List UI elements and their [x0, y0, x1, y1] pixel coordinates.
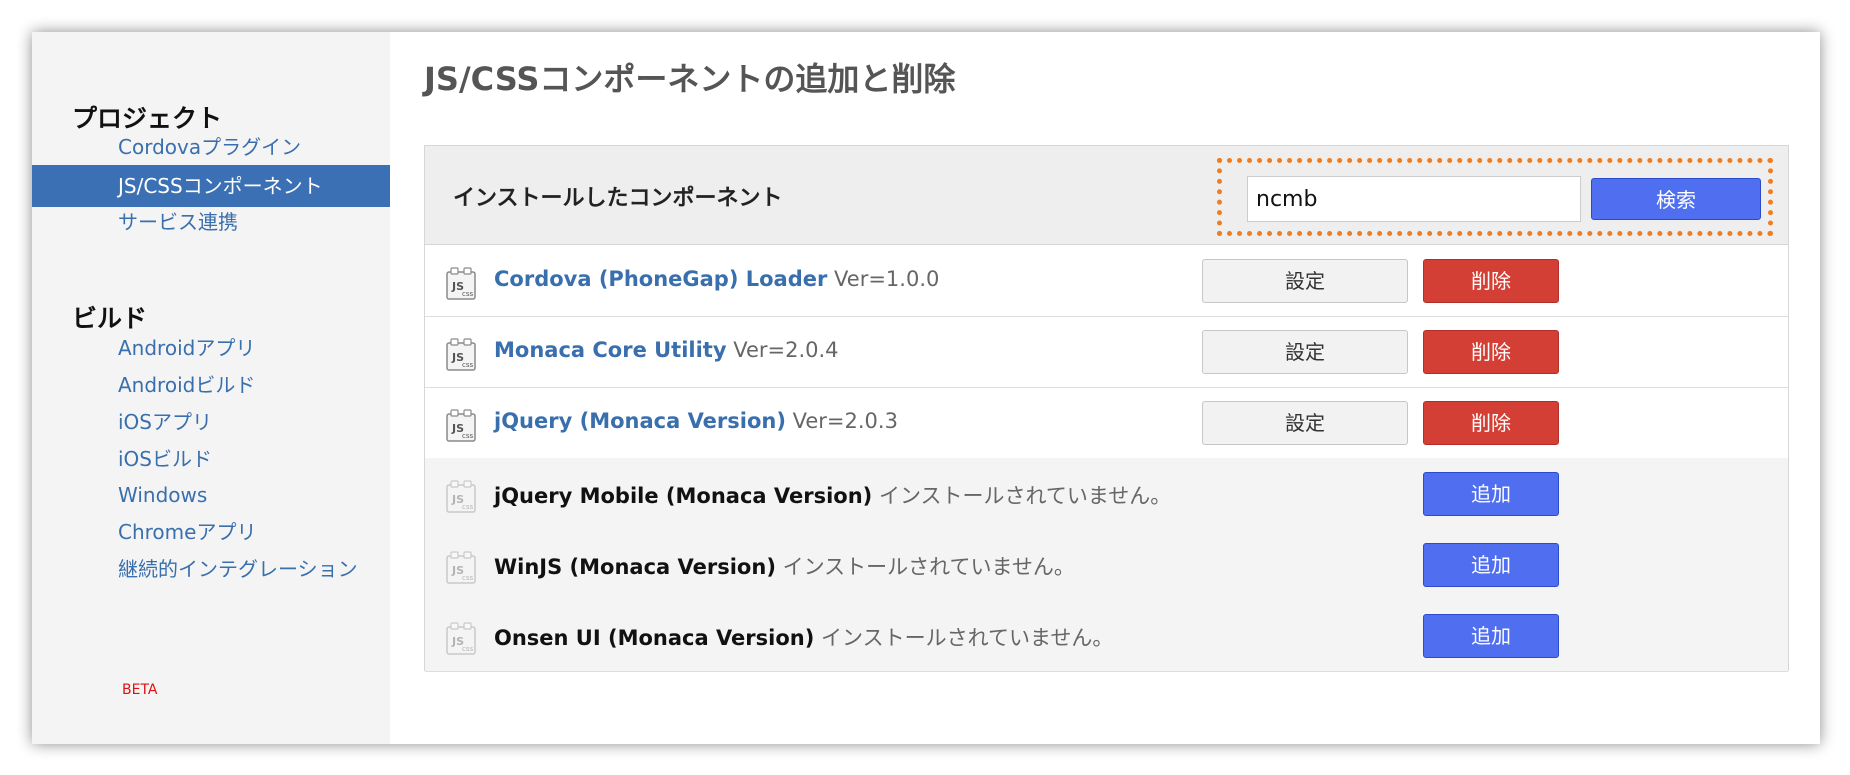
delete-button[interactable]: 削除 [1423, 259, 1559, 303]
js-css-file-icon: JS css [445, 338, 477, 372]
component-name[interactable]: Monaca Core Utility [494, 338, 727, 362]
component-label: Monaca Core Utility Ver=2.0.4 [494, 338, 839, 362]
js-css-file-icon: JS css [445, 551, 477, 585]
component-status: Ver=2.0.3 [785, 409, 898, 433]
table-row: JS css Monaca Core Utility Ver=2.0.4 設定 削除 [425, 316, 1788, 388]
delete-button[interactable]: 削除 [1423, 401, 1559, 445]
sidebar-item-ios-app[interactable]: iOSアプリ [32, 401, 390, 443]
component-name: jQuery Mobile (Monaca Version) [494, 484, 873, 508]
component-status: インストールされていません。 [814, 626, 1114, 650]
sidebar-item-android-build[interactable]: Androidビルド [32, 364, 390, 406]
add-button[interactable]: 追加 [1423, 543, 1559, 587]
component-name: Onsen UI (Monaca Version) [494, 626, 815, 650]
settings-button[interactable]: 設定 [1202, 401, 1408, 445]
table-row: JS css WinJS (Monaca Version) インストールされていませ… [425, 529, 1788, 601]
table-row: JS css Onsen UI (Monaca Version) インストールされて… [425, 600, 1788, 672]
svg-text:css: css [462, 645, 473, 653]
js-css-file-icon: JS css [445, 267, 477, 301]
component-name[interactable]: Cordova (PhoneGap) Loader [494, 267, 827, 291]
component-label: jQuery Mobile (Monaca Version) インストールされて… [494, 480, 1171, 510]
js-css-file-icon: JS css [445, 409, 477, 443]
svg-text:css: css [462, 361, 473, 369]
component-status: インストールされていません。 [775, 555, 1075, 579]
component-label: jQuery (Monaca Version) Ver=2.0.3 [494, 409, 898, 433]
svg-text:css: css [462, 574, 473, 582]
sidebar-item-cordova-plugins[interactable]: Cordovaプラグイン [32, 126, 390, 168]
table-row: JS css Cordova (PhoneGap) Loader Ver=1.0.0… [425, 245, 1788, 317]
components-panel: インストールしたコンポーネント 検索 JScss Cordova (PhoneGa… [424, 145, 1789, 672]
add-button[interactable]: 追加 [1423, 614, 1559, 658]
svg-text:css: css [462, 432, 473, 440]
app-window: プロジェクト Cordovaプラグイン JS/CSSコンポーネント サービス連携… [32, 32, 1820, 744]
table-row: JS css jQuery Mobile (Monaca Version) インスト… [425, 458, 1788, 530]
component-status: インストールされていません。 [872, 484, 1172, 508]
sidebar-item-continuous-integration[interactable]: 継続的インテグレーション [32, 548, 390, 590]
sidebar-item-service-integration[interactable]: サービス連携 [32, 201, 390, 243]
component-status: Ver=2.0.4 [726, 338, 839, 362]
sidebar-item-android-app[interactable]: Androidアプリ [32, 327, 390, 369]
sidebar-item-windows[interactable]: Windows [32, 474, 390, 516]
panel-header: インストールしたコンポーネント 検索 [425, 146, 1788, 245]
search-button[interactable]: 検索 [1591, 178, 1761, 220]
component-status: Ver=1.0.0 [827, 267, 940, 291]
component-name[interactable]: jQuery (Monaca Version) [494, 409, 786, 433]
add-button[interactable]: 追加 [1423, 472, 1559, 516]
beta-badge: BETA [122, 682, 158, 698]
sidebar: プロジェクト Cordovaプラグイン JS/CSSコンポーネント サービス連携… [32, 32, 390, 744]
component-label: WinJS (Monaca Version) インストールされていません。 [494, 551, 1075, 581]
settings-button[interactable]: 設定 [1202, 259, 1408, 303]
component-name: WinJS (Monaca Version) [494, 555, 776, 579]
table-row: JS css jQuery (Monaca Version) Ver=2.0.3 設定… [425, 387, 1788, 459]
component-label: Cordova (PhoneGap) Loader Ver=1.0.0 [494, 267, 939, 291]
js-css-file-icon: JS css [445, 622, 477, 656]
sidebar-item-chrome-app[interactable]: Chromeアプリ [32, 511, 390, 553]
delete-button[interactable]: 削除 [1423, 330, 1559, 374]
svg-text:css: css [462, 503, 473, 511]
js-css-file-icon: JS css [445, 480, 477, 514]
svg-text:css: css [462, 290, 473, 298]
search-highlight-box: 検索 [1217, 158, 1773, 236]
settings-button[interactable]: 設定 [1202, 330, 1408, 374]
component-label: Onsen UI (Monaca Version) インストールされていません。 [494, 622, 1113, 652]
panel-header-title: インストールしたコンポーネント [453, 186, 783, 211]
page-title: JS/CSSコンポーネントの追加と削除 [424, 60, 956, 98]
search-input[interactable] [1247, 176, 1581, 222]
